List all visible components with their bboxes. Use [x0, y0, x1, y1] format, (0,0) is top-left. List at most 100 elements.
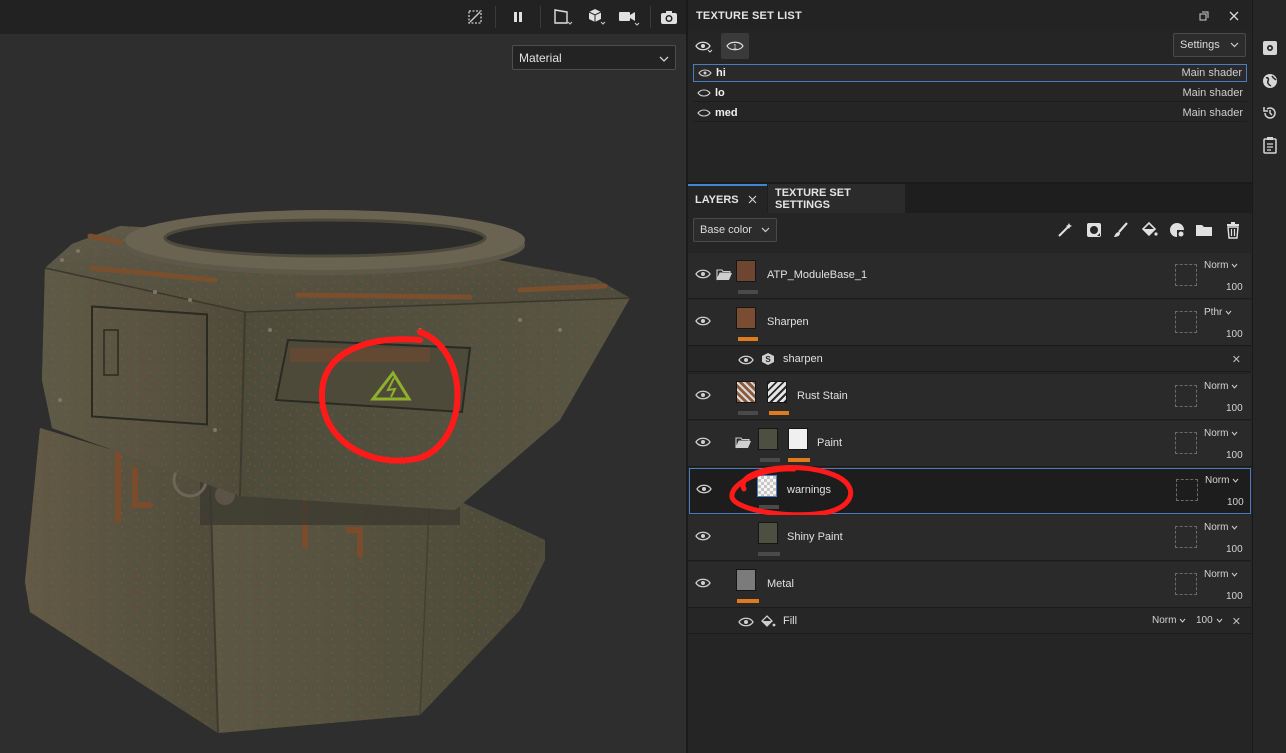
layer-color-swatch: [738, 290, 758, 294]
eye-icon[interactable]: [696, 483, 712, 495]
layer-row-folder[interactable]: Paint Norm 100: [688, 421, 1251, 467]
layer-name[interactable]: ATP_ModuleBase_1: [767, 269, 867, 281]
screenshot-icon[interactable]: [657, 5, 681, 29]
blend-mode-dropdown[interactable]: Norm: [1205, 475, 1239, 486]
opacity-value[interactable]: 100: [1226, 544, 1243, 555]
3d-viewport[interactable]: Material: [0, 0, 686, 753]
layer-mask-slot[interactable]: [1176, 479, 1198, 501]
close-icon[interactable]: [1226, 8, 1242, 24]
trash-icon[interactable]: [1223, 220, 1243, 240]
folder-open-icon[interactable]: [716, 268, 732, 281]
pause-icon[interactable]: [506, 5, 530, 29]
eye-options-icon[interactable]: [694, 37, 714, 55]
settings-dropdown[interactable]: Settings: [1173, 33, 1246, 57]
layer-effect-row[interactable]: S sharpen ✕: [688, 347, 1251, 372]
layer-mask-slot[interactable]: [1175, 573, 1197, 595]
eye-closed-icon[interactable]: [697, 108, 711, 118]
restore-icon[interactable]: [1196, 8, 1212, 24]
eye-icon[interactable]: [695, 436, 711, 448]
mask-thumbnail[interactable]: [767, 381, 787, 403]
eye-closed-icon[interactable]: [697, 88, 711, 98]
layer-thumbnail: [758, 522, 778, 544]
opacity-value[interactable]: 100: [1226, 403, 1243, 414]
eye-icon[interactable]: [738, 616, 754, 628]
filter-icon: S: [762, 353, 774, 365]
globe-icon[interactable]: [1261, 72, 1279, 90]
layer-row-selected[interactable]: warnings Norm 100: [689, 465, 1251, 518]
opacity-value[interactable]: 100: [1226, 591, 1243, 602]
tab-texture-set-settings[interactable]: TEXTURE SET SETTINGS: [768, 184, 905, 213]
layer-name[interactable]: warnings: [787, 484, 831, 496]
close-icon[interactable]: ✕: [1232, 615, 1241, 628]
eye-icon[interactable]: [695, 389, 711, 401]
mask-thumbnail[interactable]: [788, 428, 808, 450]
svg-text:S: S: [765, 355, 771, 364]
eye-icon[interactable]: [695, 268, 711, 280]
opacity-dropdown[interactable]: 100: [1196, 615, 1223, 626]
opacity-value[interactable]: 100: [1226, 282, 1243, 293]
effect-name[interactable]: sharpen: [783, 353, 823, 365]
layer-row[interactable]: Rust Stain Norm 100: [688, 374, 1251, 420]
brush-icon[interactable]: [1111, 220, 1131, 240]
eye-icon[interactable]: [698, 68, 712, 78]
layer-mask-slot[interactable]: [1175, 526, 1197, 548]
cube-icon[interactable]: [585, 5, 609, 29]
smart-material-icon[interactable]: [1167, 220, 1187, 240]
opacity-value[interactable]: 100: [1226, 329, 1243, 340]
blend-mode-dropdown[interactable]: Norm: [1204, 260, 1238, 271]
layer-mask-slot[interactable]: [1175, 385, 1197, 407]
settings-icon[interactable]: [1261, 39, 1279, 57]
layer-mask-slot[interactable]: [1175, 432, 1197, 454]
eye-icon[interactable]: [695, 530, 711, 542]
layer-mask-slot[interactable]: [1175, 264, 1197, 286]
texture-set-shader[interactable]: Main shader: [1181, 67, 1242, 79]
texture-set-item[interactable]: med Main shader: [693, 104, 1247, 122]
texture-set-shader[interactable]: Main shader: [1182, 87, 1243, 99]
visibility-toggle-icon[interactable]: [463, 5, 487, 29]
blend-mode-dropdown[interactable]: Norm: [1204, 428, 1238, 439]
eye-icon[interactable]: [695, 315, 711, 327]
blend-mode-dropdown[interactable]: Norm: [1204, 569, 1238, 580]
video-camera-icon[interactable]: [617, 5, 641, 29]
channel-dropdown[interactable]: Base color: [693, 218, 777, 242]
add-folder-icon[interactable]: [1194, 220, 1214, 240]
layer-row-filter[interactable]: Sharpen Pthr 100: [688, 300, 1251, 346]
texture-set-item[interactable]: hi Main shader: [693, 64, 1247, 82]
layer-name[interactable]: Sharpen: [767, 316, 809, 328]
layer-effect-row[interactable]: Fill Norm 100 ✕: [688, 609, 1251, 634]
layers-tabs: LAYERS TEXTURE SET SETTINGS: [688, 184, 1252, 213]
folder-open-icon[interactable]: [735, 436, 751, 449]
close-icon[interactable]: [748, 195, 757, 204]
blend-mode-dropdown[interactable]: Norm: [1152, 615, 1186, 626]
close-icon[interactable]: ✕: [1232, 353, 1241, 366]
solo-mode-icon[interactable]: 1: [721, 33, 749, 59]
tab-layers[interactable]: LAYERS: [688, 184, 767, 213]
blend-mode-dropdown[interactable]: Norm: [1204, 381, 1238, 392]
layer-name[interactable]: Paint: [817, 437, 842, 449]
layer-name[interactable]: Rust Stain: [797, 390, 848, 402]
effects-wand-icon[interactable]: [1055, 220, 1075, 240]
layer-row[interactable]: Shiny Paint Norm 100: [688, 515, 1251, 561]
opacity-value[interactable]: 100: [1227, 497, 1244, 508]
texture-set-shader[interactable]: Main shader: [1182, 107, 1243, 119]
blend-mode-value: Norm: [1204, 522, 1229, 533]
camera-2d-icon[interactable]: [551, 5, 575, 29]
layer-row[interactable]: Metal Norm 100: [688, 562, 1251, 608]
layer-row-folder[interactable]: ATP_ModuleBase_1 Norm 100: [688, 253, 1251, 299]
history-icon[interactable]: [1261, 104, 1279, 122]
texture-set-item[interactable]: lo Main shader: [693, 84, 1247, 102]
mask-color-swatch: [769, 411, 789, 415]
eye-icon[interactable]: [738, 354, 754, 366]
smart-mask-icon[interactable]: [1084, 220, 1104, 240]
eye-icon[interactable]: [695, 577, 711, 589]
layer-mask-slot[interactable]: [1175, 311, 1197, 333]
effect-name[interactable]: Fill: [783, 615, 797, 627]
opacity-value[interactable]: 100: [1226, 450, 1243, 461]
blend-mode-dropdown[interactable]: Norm: [1204, 522, 1238, 533]
layer-color-swatch: [760, 458, 780, 462]
blend-mode-dropdown[interactable]: Pthr: [1204, 307, 1232, 318]
clipboard-icon[interactable]: [1261, 136, 1279, 154]
layer-name[interactable]: Metal: [767, 578, 794, 590]
layer-name[interactable]: Shiny Paint: [787, 531, 843, 543]
fill-icon[interactable]: [1139, 220, 1159, 240]
